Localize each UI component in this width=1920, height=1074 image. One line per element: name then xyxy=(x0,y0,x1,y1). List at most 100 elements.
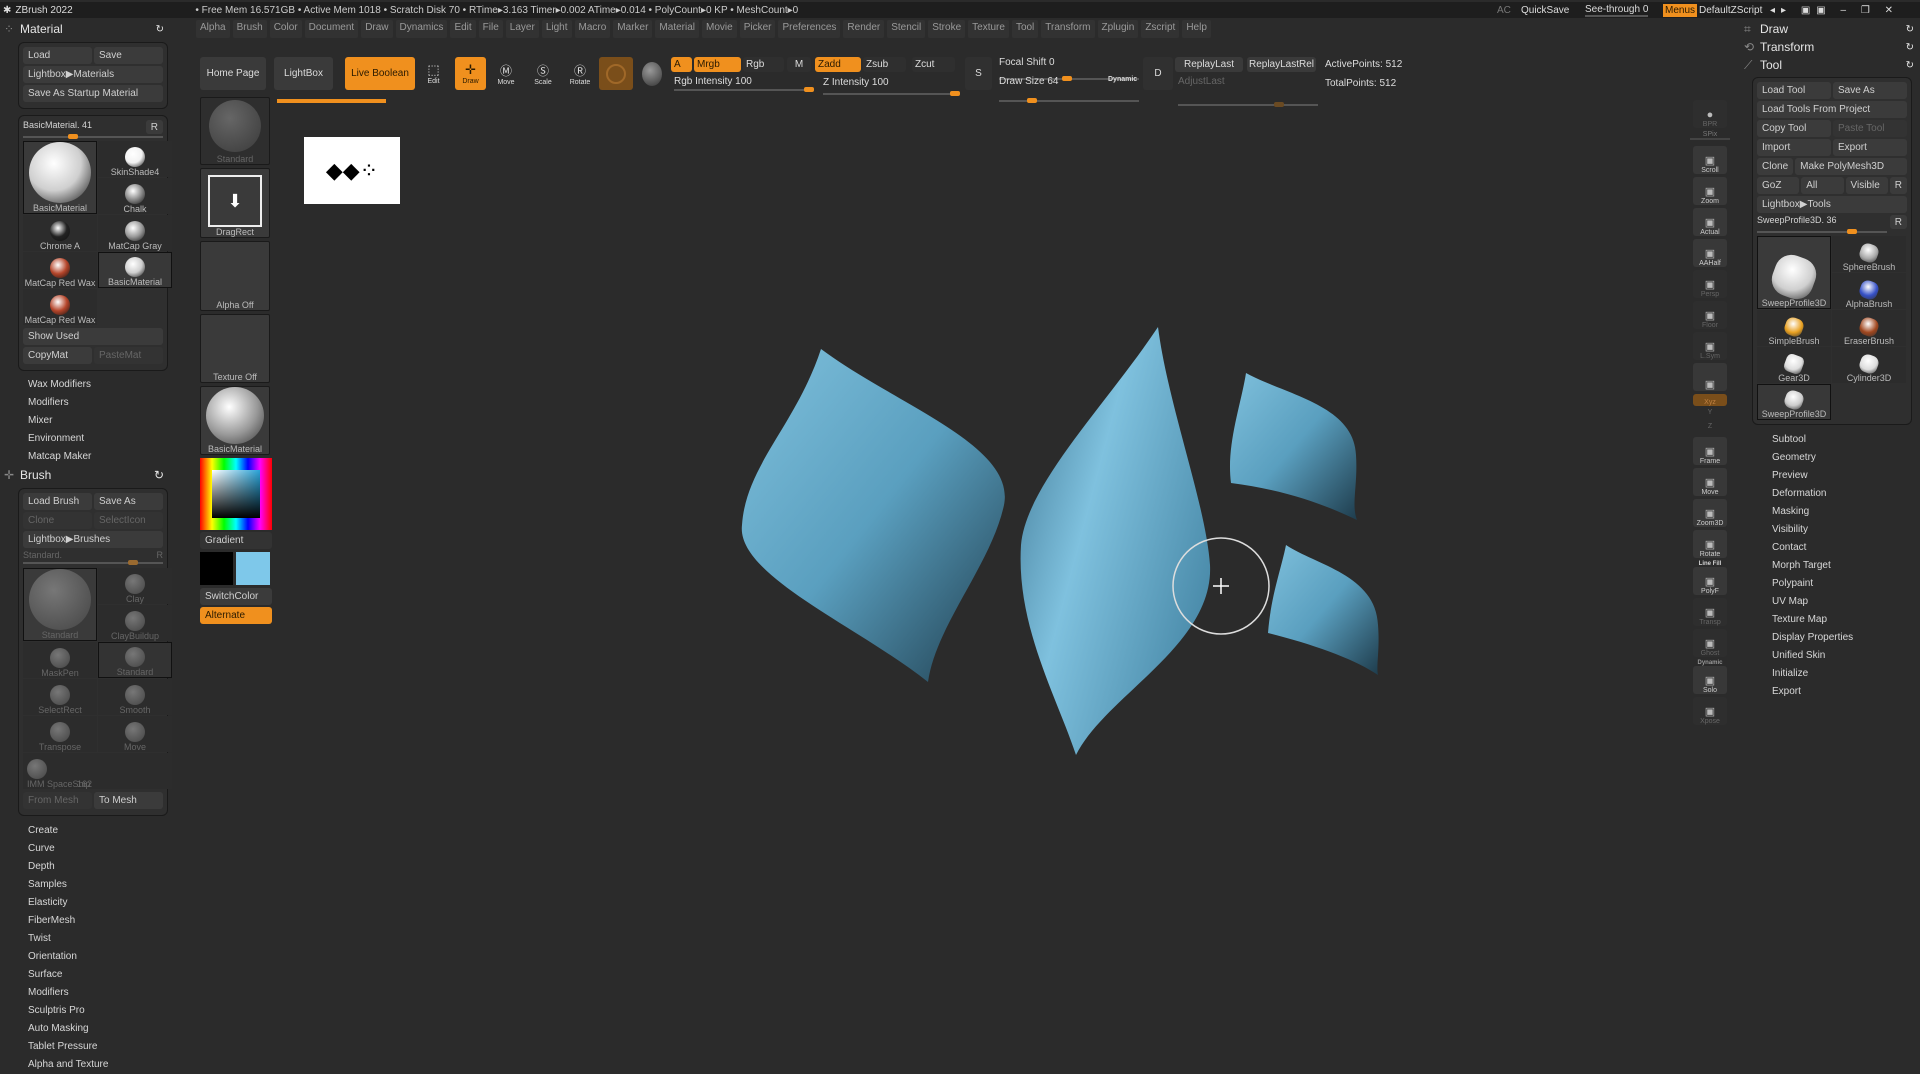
export-button[interactable]: Export xyxy=(1833,139,1907,156)
replay-last-button[interactable]: ReplayLast xyxy=(1175,57,1243,72)
tool-thumb[interactable]: SweepProfile3D xyxy=(1757,236,1831,309)
menu-dynamics[interactable]: Dynamics xyxy=(395,20,448,38)
rotate-button[interactable]: ▣ Rotate xyxy=(1693,530,1727,558)
submenu-item[interactable]: Elasticity xyxy=(0,894,172,912)
tool-reset-button[interactable]: R xyxy=(1889,215,1907,229)
axis-y-toggle[interactable]: Y xyxy=(1690,409,1730,423)
menu-brush[interactable]: Brush xyxy=(232,20,267,38)
brush-thumb[interactable]: Standard xyxy=(23,568,97,641)
quicksave-button[interactable]: QuickSave xyxy=(1521,5,1569,16)
alpha-thumbnail[interactable]: Alpha Off xyxy=(200,241,270,311)
zcut-toggle[interactable]: Zcut xyxy=(912,57,955,72)
menu-preferences[interactable]: Preferences xyxy=(778,20,841,38)
sphere-toggle[interactable] xyxy=(638,57,666,90)
brush-thumb[interactable]: ClayBuildup xyxy=(98,605,172,641)
spix-slider[interactable]: SPix xyxy=(1690,131,1730,140)
bpr-button[interactable]: ● BPR xyxy=(1693,100,1727,128)
to-mesh-button[interactable]: To Mesh xyxy=(94,792,163,809)
mesh-shape-4[interactable] xyxy=(1268,545,1379,675)
menu-layer[interactable]: Layer xyxy=(505,20,539,38)
load-tools-project-button[interactable]: Load Tools From Project xyxy=(1757,101,1907,118)
tool-thumb[interactable]: SweepProfile3D xyxy=(1757,384,1831,420)
refresh-icon[interactable]: ↻ xyxy=(156,24,164,35)
secondary-color-swatch[interactable] xyxy=(236,552,270,585)
copy-tool-button[interactable]: Copy Tool xyxy=(1757,120,1831,137)
polyf-button[interactable]: ▣ PolyF xyxy=(1693,567,1727,595)
submenu-item[interactable]: Geometry xyxy=(1744,449,1920,467)
submenu-item[interactable]: Export xyxy=(1744,683,1920,701)
submenu-item[interactable]: Preview xyxy=(1744,467,1920,485)
submenu-item[interactable]: Visibility xyxy=(1744,521,1920,539)
menu-macro[interactable]: Macro xyxy=(574,20,611,38)
dynamic-toggle[interactable]: Dynamic xyxy=(1108,76,1137,83)
paste-tool-button[interactable]: Paste Tool xyxy=(1833,120,1907,137)
save-material-button[interactable]: Save xyxy=(94,47,163,64)
brush-thumb[interactable]: MaskPen xyxy=(23,642,97,678)
tool-thumb[interactable]: AlphaBrush xyxy=(1832,273,1906,309)
material-swatch[interactable]: BasicMaterial xyxy=(98,252,172,288)
submenu-item[interactable]: Polypaint xyxy=(1744,575,1920,593)
refresh-icon[interactable]: ↻ xyxy=(1906,24,1914,35)
submenu-item[interactable]: Alpha and Texture xyxy=(0,1056,172,1074)
xpose-button[interactable]: ▣ Xpose xyxy=(1693,697,1727,725)
see-through-slider[interactable]: See-through 0 xyxy=(1585,4,1649,17)
goz-button[interactable]: GoZ xyxy=(1757,177,1800,194)
clone-brush-button[interactable]: Clone xyxy=(23,512,92,529)
menu-tool[interactable]: Tool xyxy=(1011,20,1039,38)
ghost-button[interactable]: ▣ Ghost xyxy=(1693,629,1727,657)
mesh-shape-1[interactable] xyxy=(741,349,1005,682)
submenu-item[interactable]: Environment xyxy=(0,430,172,448)
edit-button[interactable]: ⬚ Edit xyxy=(420,57,447,90)
menu-file[interactable]: File xyxy=(478,20,503,38)
window-controls[interactable]: ◂▸ ▣▣ ‒ ❐ ✕ xyxy=(1770,5,1899,16)
submenu-item[interactable]: Initialize xyxy=(1744,665,1920,683)
brush-thumb[interactable]: Move xyxy=(98,716,172,752)
z-intensity-slider[interactable] xyxy=(823,91,960,96)
submenu-item[interactable]: UV Map xyxy=(1744,593,1920,611)
pastemat-button[interactable]: PasteMat xyxy=(94,347,163,364)
rgb-toggle[interactable]: Rgb xyxy=(743,57,784,72)
solo-button[interactable]: ▣ Solo xyxy=(1693,666,1727,694)
menu-zscript[interactable]: Zscript xyxy=(1141,20,1180,38)
tool-slider[interactable] xyxy=(1757,229,1887,234)
submenu-item[interactable]: Mixer xyxy=(0,412,172,430)
submenu-item[interactable]: Modifiers xyxy=(0,394,172,412)
save-tool-button[interactable]: Save As xyxy=(1833,82,1907,99)
live-boolean-button[interactable]: Live Boolean xyxy=(345,57,415,90)
material-header[interactable]: ⁘ Material ↻ xyxy=(0,20,172,38)
aahalf-button[interactable]: ▣ AAHalf xyxy=(1693,239,1727,267)
brush-header[interactable]: ✛ Brush ↻ xyxy=(0,466,172,484)
import-button[interactable]: Import xyxy=(1757,139,1831,156)
submenu-item[interactable]: Subtool xyxy=(1744,431,1920,449)
floor-button[interactable]: ▣ Floor xyxy=(1693,301,1727,329)
submenu-item[interactable]: Depth xyxy=(0,858,172,876)
refresh-icon[interactable]: ↻ xyxy=(1906,42,1914,53)
color-picker[interactable] xyxy=(200,458,272,530)
stroke-thumbnail[interactable]: ⬇ DragRect xyxy=(200,168,270,238)
zoom3d-button[interactable]: ▣ Zoom3D xyxy=(1693,499,1727,527)
selecticon-button[interactable]: SelectIcon xyxy=(94,512,163,529)
submenu-item[interactable]: Texture Map xyxy=(1744,611,1920,629)
tool-palette-header[interactable]: ⟋ Tool ↻ xyxy=(1744,56,1920,74)
submenu-item[interactable]: Morph Target xyxy=(1744,557,1920,575)
menu-alpha[interactable]: Alpha xyxy=(196,20,230,38)
material-swatch[interactable]: MatCap Red Wax xyxy=(23,252,97,288)
submenu-item[interactable]: Samples xyxy=(0,876,172,894)
menu-marker[interactable]: Marker xyxy=(613,20,653,38)
frame-button[interactable]: ▣ Frame xyxy=(1693,437,1727,465)
submenu-item[interactable]: Curve xyxy=(0,840,172,858)
brush-thumb[interactable]: IMM SpaceShip 162 xyxy=(23,753,172,789)
rgb-intensity-slider[interactable] xyxy=(674,87,814,92)
load-brush-button[interactable]: Load Brush xyxy=(23,493,92,510)
submenu-item[interactable]: Create xyxy=(0,822,172,840)
main-color-swatch[interactable] xyxy=(200,552,233,585)
switch-color-button[interactable]: SwitchColor xyxy=(200,588,272,605)
actual-button[interactable]: ▣ Actual xyxy=(1693,208,1727,236)
zadd-toggle[interactable]: Zadd xyxy=(815,57,861,72)
material-swatch[interactable]: BasicMaterial xyxy=(23,141,97,214)
texture-thumbnail[interactable]: Texture Off xyxy=(200,314,270,383)
submenu-item[interactable]: Auto Masking xyxy=(0,1020,172,1038)
menu-document[interactable]: Document xyxy=(304,20,359,38)
tool-thumb[interactable]: SphereBrush xyxy=(1832,236,1906,272)
load-tool-button[interactable]: Load Tool xyxy=(1757,82,1831,99)
